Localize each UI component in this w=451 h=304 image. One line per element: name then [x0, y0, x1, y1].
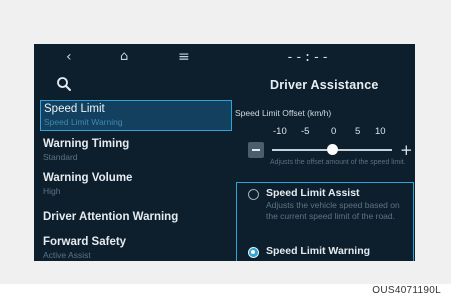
tick-label: 10: [375, 126, 386, 137]
tick-label: -5: [301, 126, 310, 137]
figure-code: OUS4071190L: [372, 285, 441, 296]
radio-speed-limit-assist[interactable]: [248, 189, 259, 200]
option-speed-limit-warning[interactable]: Speed Limit Warning: [266, 245, 370, 257]
top-bar: ‹ ⌂ ≡ --:--: [34, 44, 415, 72]
option-speed-limit-assist-description: Adjusts the vehicle speed based on the c…: [266, 200, 400, 221]
menu-item-label: Forward Safety: [43, 236, 127, 248]
infotainment-screen: ‹ ⌂ ≡ --:-- Driver Assistance Speed Limi…: [34, 44, 415, 261]
tick-label: 0: [331, 126, 337, 137]
menu-item-value: Speed Limit Warning: [44, 117, 123, 127]
offset-ticks: -10 -5 0 5 10: [271, 126, 401, 138]
menu-item-value: High: [43, 186, 61, 196]
figure-frame: ‹ ⌂ ≡ --:-- Driver Assistance Speed Limi…: [0, 0, 451, 284]
menu-item-forward-safety[interactable]: Forward Safety Active Assist: [40, 236, 232, 260]
menu-item-value: Active Assist: [43, 250, 91, 260]
menu-item-driver-attention-warning[interactable]: Driver Attention Warning: [40, 211, 232, 223]
back-icon[interactable]: ‹: [66, 48, 72, 66]
tick-label: -10: [273, 126, 287, 137]
radio-speed-limit-warning[interactable]: [248, 247, 259, 258]
menu-item-label: Driver Attention Warning: [43, 211, 179, 223]
decrease-button[interactable]: [248, 142, 264, 158]
offset-label: Speed Limit Offset (km/h): [235, 108, 332, 118]
menu-item-label: Warning Volume: [43, 172, 133, 184]
offset-slider-knob[interactable]: [326, 144, 338, 155]
search-icon[interactable]: [56, 76, 72, 92]
offset-help-text: Adjusts the offset amount of the speed l…: [270, 159, 406, 166]
menu-item-label: Speed Limit: [44, 103, 105, 115]
menu-item-warning-timing[interactable]: Warning Timing Standard: [40, 138, 232, 162]
option-speed-limit-assist[interactable]: Speed Limit Assist: [266, 187, 360, 199]
menu-item-warning-volume[interactable]: Warning Volume High: [40, 172, 232, 196]
home-icon[interactable]: ⌂: [120, 48, 128, 66]
clock: --:--: [286, 50, 331, 65]
tick-label: 5: [355, 126, 361, 137]
page-title: Driver Assistance: [270, 78, 379, 92]
increase-button[interactable]: +: [400, 142, 414, 158]
menu-item-label: Warning Timing: [43, 138, 130, 150]
menu-item-value: Standard: [43, 152, 78, 162]
menu-item-speed-limit[interactable]: Speed Limit Speed Limit Warning: [40, 100, 232, 131]
menu-icon[interactable]: ≡: [178, 48, 190, 66]
